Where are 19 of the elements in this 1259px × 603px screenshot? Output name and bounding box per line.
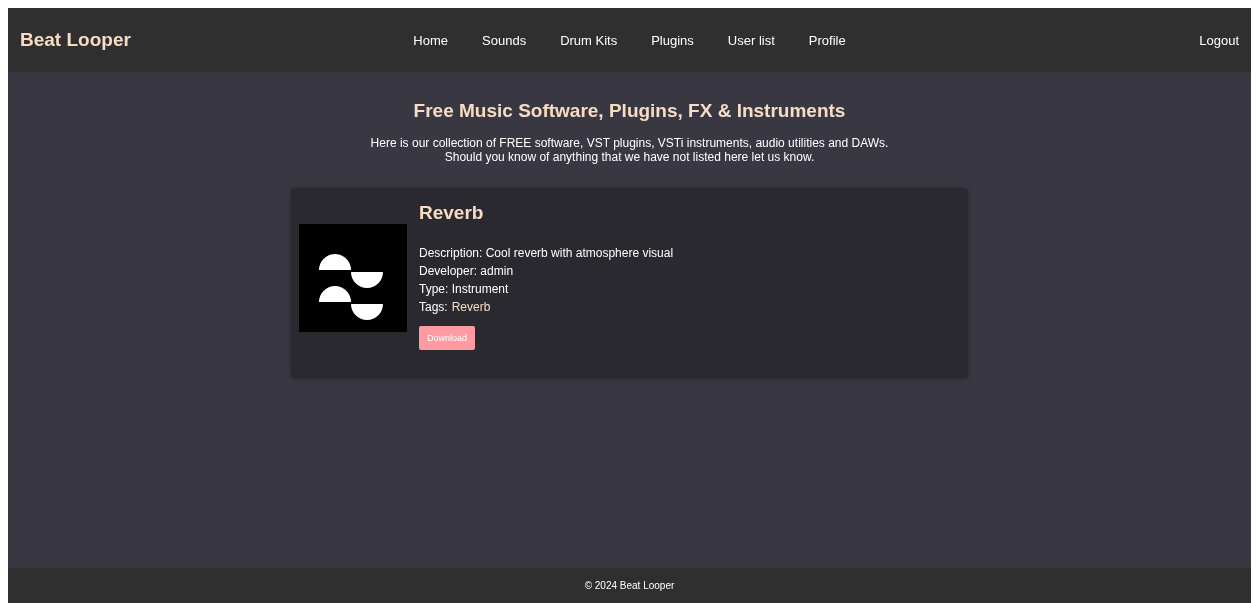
plugin-logo-icon bbox=[299, 224, 407, 332]
nav-link[interactable]: Home bbox=[413, 32, 449, 48]
nav-link[interactable]: Sounds bbox=[482, 32, 527, 48]
developer-text: Developer: admin bbox=[419, 263, 514, 280]
description-text: Description: Cool reverb with atmosphere visual bbox=[419, 245, 674, 262]
plugin-name: Reverb bbox=[419, 202, 484, 224]
intro-text: Here is our collection of FREE software, VST plugins, VSTi instruments, audio utilities and DAWs. bbox=[370, 136, 889, 150]
logout-link[interactable]: Logout bbox=[1199, 32, 1239, 48]
copyright-text: © 2024 Beat Looper bbox=[584, 580, 675, 591]
brand-logo[interactable]: Beat Looper bbox=[20, 29, 414, 51]
nav-link[interactable]: Profile bbox=[808, 32, 846, 48]
nav-link[interactable]: Plugins bbox=[651, 32, 694, 48]
tags-label: Tags: bbox=[419, 299, 448, 316]
type-text: Type: Instrument bbox=[419, 281, 509, 298]
page-title: Free Music Software, Plugins, FX & Instruments bbox=[413, 100, 846, 122]
intro-text: Should you know of anything that we have not listed here let us know. bbox=[443, 150, 816, 164]
nav-link[interactable]: User list bbox=[727, 32, 775, 48]
nav-link[interactable]: Drum Kits bbox=[560, 32, 618, 48]
tag-link[interactable]: Reverb bbox=[451, 298, 491, 316]
